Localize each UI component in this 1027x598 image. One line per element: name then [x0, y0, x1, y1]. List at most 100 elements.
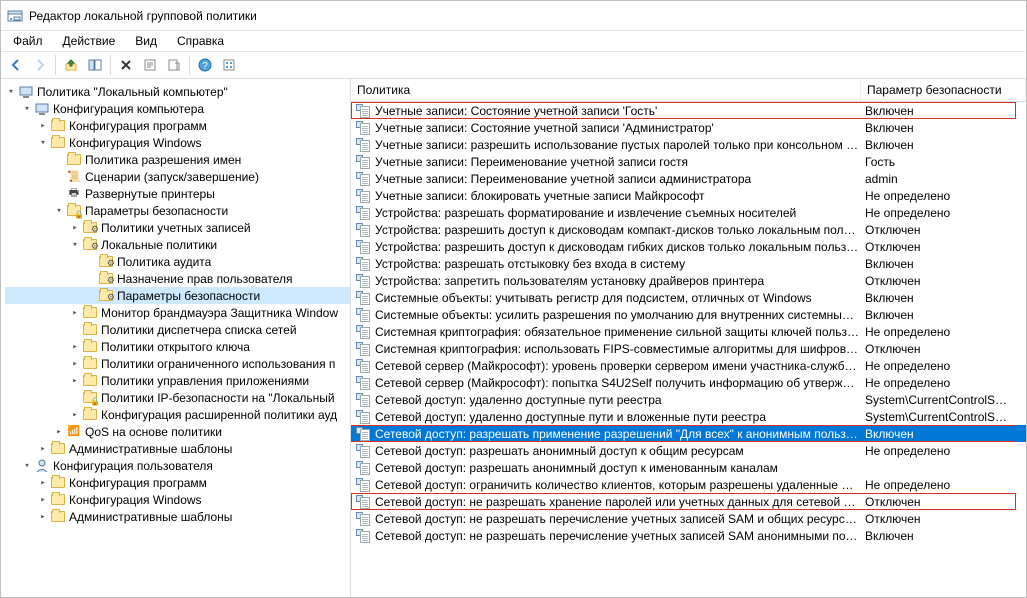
- expand-icon[interactable]: ▸: [53, 427, 65, 437]
- export-button[interactable]: [163, 54, 185, 76]
- policy-value: Не определено: [859, 376, 1026, 390]
- expand-icon[interactable]: ▾: [53, 206, 65, 216]
- tree-item[interactable]: ▸Конфигурация Windows: [5, 491, 350, 508]
- tree-item[interactable]: Параметры безопасности: [5, 287, 350, 304]
- expand-icon[interactable]: ▸: [69, 223, 81, 233]
- tree-item-label: Политики управления приложениями: [101, 374, 309, 388]
- expand-icon[interactable]: ▸: [69, 376, 81, 386]
- policy-row[interactable]: Сетевой доступ: разрешать анонимный дост…: [351, 442, 1026, 459]
- menu-help[interactable]: Справка: [169, 33, 232, 49]
- tree-item[interactable]: ▾Политика "Локальный компьютер": [5, 83, 350, 100]
- expand-icon[interactable]: ▾: [21, 104, 33, 114]
- policy-row[interactable]: Сетевой доступ: разрешать применение раз…: [351, 425, 1026, 442]
- tree-item[interactable]: ▸Административные шаблоны: [5, 508, 350, 525]
- tree-item[interactable]: ▾Параметры безопасности: [5, 202, 350, 219]
- policy-row[interactable]: Устройства: запретить пользователям уста…: [351, 272, 1026, 289]
- tree-item[interactable]: Политика разрешения имен: [5, 151, 350, 168]
- tree-item[interactable]: 📜Сценарии (запуск/завершение): [5, 168, 350, 185]
- policy-row[interactable]: Учетные записи: Состояние учетной записи…: [351, 102, 1026, 119]
- expand-icon[interactable]: ▸: [37, 478, 49, 488]
- delete-button[interactable]: [115, 54, 137, 76]
- tree-item[interactable]: ▾Конфигурация Windows: [5, 134, 350, 151]
- forward-button[interactable]: [29, 54, 51, 76]
- tree-item[interactable]: Политика аудита: [5, 253, 350, 270]
- expand-icon[interactable]: ▾: [69, 240, 81, 250]
- help-button[interactable]: ?: [194, 54, 216, 76]
- tree-panel[interactable]: ▾Политика "Локальный компьютер"▾Конфигур…: [1, 79, 351, 597]
- tree-item[interactable]: 🖶Развернутые принтеры: [5, 185, 350, 202]
- expand-icon[interactable]: ▸: [37, 444, 49, 454]
- policy-row[interactable]: Учетные записи: Переименование учетной з…: [351, 170, 1026, 187]
- tree-item[interactable]: ▸📶QoS на основе политики: [5, 423, 350, 440]
- policy-name: Устройства: запретить пользователям уста…: [373, 274, 859, 288]
- back-button[interactable]: [5, 54, 27, 76]
- policy-row[interactable]: Учетные записи: Переименование учетной з…: [351, 153, 1026, 170]
- policy-row[interactable]: Учетные записи: блокировать учетные запи…: [351, 187, 1026, 204]
- tree-item-label: Конфигурация программ: [69, 119, 207, 133]
- expand-icon[interactable]: ▸: [69, 342, 81, 352]
- properties-button[interactable]: [139, 54, 161, 76]
- policy-row[interactable]: Сетевой доступ: разрешать анонимный дост…: [351, 459, 1026, 476]
- policy-row[interactable]: Сетевой доступ: не разрешать хранение па…: [351, 493, 1026, 510]
- policy-value: Не определено: [859, 359, 1026, 373]
- policy-row[interactable]: Системная криптография: обязательное при…: [351, 323, 1026, 340]
- tree-item[interactable]: ▸Политики открытого ключа: [5, 338, 350, 355]
- policy-name: Учетные записи: Состояние учетной записи…: [373, 121, 859, 135]
- tree-item[interactable]: Политики IP-безопасности на "Локальный: [5, 389, 350, 406]
- policy-row[interactable]: Учетные записи: Состояние учетной записи…: [351, 119, 1026, 136]
- expand-icon[interactable]: ▾: [5, 87, 17, 97]
- tree-item[interactable]: Назначение прав пользователя: [5, 270, 350, 287]
- expand-icon[interactable]: ▸: [37, 121, 49, 131]
- menu-action[interactable]: Действие: [55, 33, 124, 49]
- policy-icon: [353, 512, 373, 526]
- expand-icon[interactable]: ▸: [69, 359, 81, 369]
- policy-row[interactable]: Сетевой доступ: удаленно доступные пути …: [351, 391, 1026, 408]
- list-panel[interactable]: Политика Параметр безопасности Учетные з…: [351, 79, 1026, 597]
- expand-icon[interactable]: ▾: [21, 461, 33, 471]
- policy-row[interactable]: Учетные записи: разрешить использование …: [351, 136, 1026, 153]
- expand-icon[interactable]: ▸: [37, 512, 49, 522]
- tree-item[interactable]: ▸Конфигурация расширенной политики ауд: [5, 406, 350, 423]
- expand-icon[interactable]: ▸: [69, 308, 81, 318]
- policy-row[interactable]: Устройства: разрешать отстыковку без вхо…: [351, 255, 1026, 272]
- menu-view[interactable]: Вид: [127, 33, 165, 49]
- tree-item-label: Политика разрешения имен: [85, 153, 241, 167]
- tree-item-label: Административные шаблоны: [69, 442, 232, 456]
- policy-row[interactable]: Системная криптография: использовать FIP…: [351, 340, 1026, 357]
- tree-item[interactable]: ▾Конфигурация пользователя: [5, 457, 350, 474]
- expand-icon[interactable]: ▸: [69, 410, 81, 420]
- policy-icon: [353, 206, 373, 220]
- tree-item[interactable]: ▸Политики учетных записей: [5, 219, 350, 236]
- policy-name: Сетевой доступ: разрешать анонимный дост…: [373, 461, 859, 475]
- expand-icon[interactable]: ▾: [37, 138, 49, 148]
- col-setting[interactable]: Параметр безопасности: [861, 79, 1026, 101]
- policy-row[interactable]: Устройства: разрешить доступ к дисковода…: [351, 221, 1026, 238]
- policy-row[interactable]: Сетевой доступ: не разрешать перечислени…: [351, 527, 1026, 544]
- policy-icon: [353, 393, 373, 407]
- policy-row[interactable]: Сетевой доступ: удаленно доступные пути …: [351, 408, 1026, 425]
- col-policy[interactable]: Политика: [351, 79, 861, 101]
- menu-file[interactable]: Файл: [5, 33, 51, 49]
- tree-item[interactable]: Политики диспетчера списка сетей: [5, 321, 350, 338]
- policy-row[interactable]: Сетевой сервер (Майкрософт): попытка S4U…: [351, 374, 1026, 391]
- expand-icon[interactable]: ▸: [37, 495, 49, 505]
- tree-item[interactable]: ▸Монитор брандмауэра Защитника Window: [5, 304, 350, 321]
- up-button[interactable]: [60, 54, 82, 76]
- tree-item[interactable]: ▸ Конфигурация программ: [5, 117, 350, 134]
- policy-icon: [353, 444, 373, 458]
- filter-button[interactable]: [218, 54, 240, 76]
- policy-row[interactable]: Системные объекты: учитывать регистр для…: [351, 289, 1026, 306]
- policy-row[interactable]: Сетевой доступ: не разрешать перечислени…: [351, 510, 1026, 527]
- tree-item[interactable]: ▸ Административные шаблоны: [5, 440, 350, 457]
- tree-item[interactable]: ▸Политики ограниченного использования п: [5, 355, 350, 372]
- tree-item[interactable]: ▸ Политики управления приложениями: [5, 372, 350, 389]
- tree-item[interactable]: ▸Конфигурация программ: [5, 474, 350, 491]
- policy-row[interactable]: Устройства: разрешить доступ к дисковода…: [351, 238, 1026, 255]
- policy-row[interactable]: Сетевой доступ: ограничить количество кл…: [351, 476, 1026, 493]
- policy-row[interactable]: Сетевой сервер (Майкрософт): уровень про…: [351, 357, 1026, 374]
- tree-item[interactable]: ▾Конфигурация компьютера: [5, 100, 350, 117]
- policy-row[interactable]: Устройства: разрешать форматирование и и…: [351, 204, 1026, 221]
- show-hide-tree-button[interactable]: [84, 54, 106, 76]
- tree-item[interactable]: ▾Локальные политики: [5, 236, 350, 253]
- policy-row[interactable]: Системные объекты: усилить разрешения по…: [351, 306, 1026, 323]
